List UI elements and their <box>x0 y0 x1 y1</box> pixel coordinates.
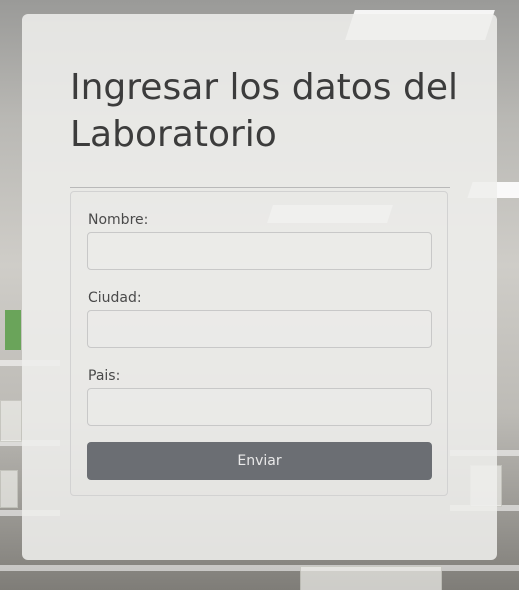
page-title: Ingresar los datos del Laboratorio <box>70 67 458 155</box>
ciudad-label: Ciudad: <box>88 290 142 306</box>
ciudad-input[interactable] <box>87 310 432 348</box>
pais-input[interactable] <box>87 388 432 426</box>
product-box <box>0 400 22 442</box>
nombre-label: Nombre: <box>88 212 149 228</box>
laboratory-form: Nombre: Ciudad: Pais: Enviar <box>70 191 448 496</box>
pais-label: Pais: <box>88 368 121 384</box>
product-box <box>300 566 442 590</box>
product-box <box>0 470 18 508</box>
product-box <box>5 310 21 350</box>
nombre-input[interactable] <box>87 232 432 270</box>
title-divider <box>70 187 450 188</box>
laboratory-form-card: Ingresar los datos del Laboratorio Nombr… <box>22 14 497 560</box>
enviar-button[interactable]: Enviar <box>87 442 432 480</box>
